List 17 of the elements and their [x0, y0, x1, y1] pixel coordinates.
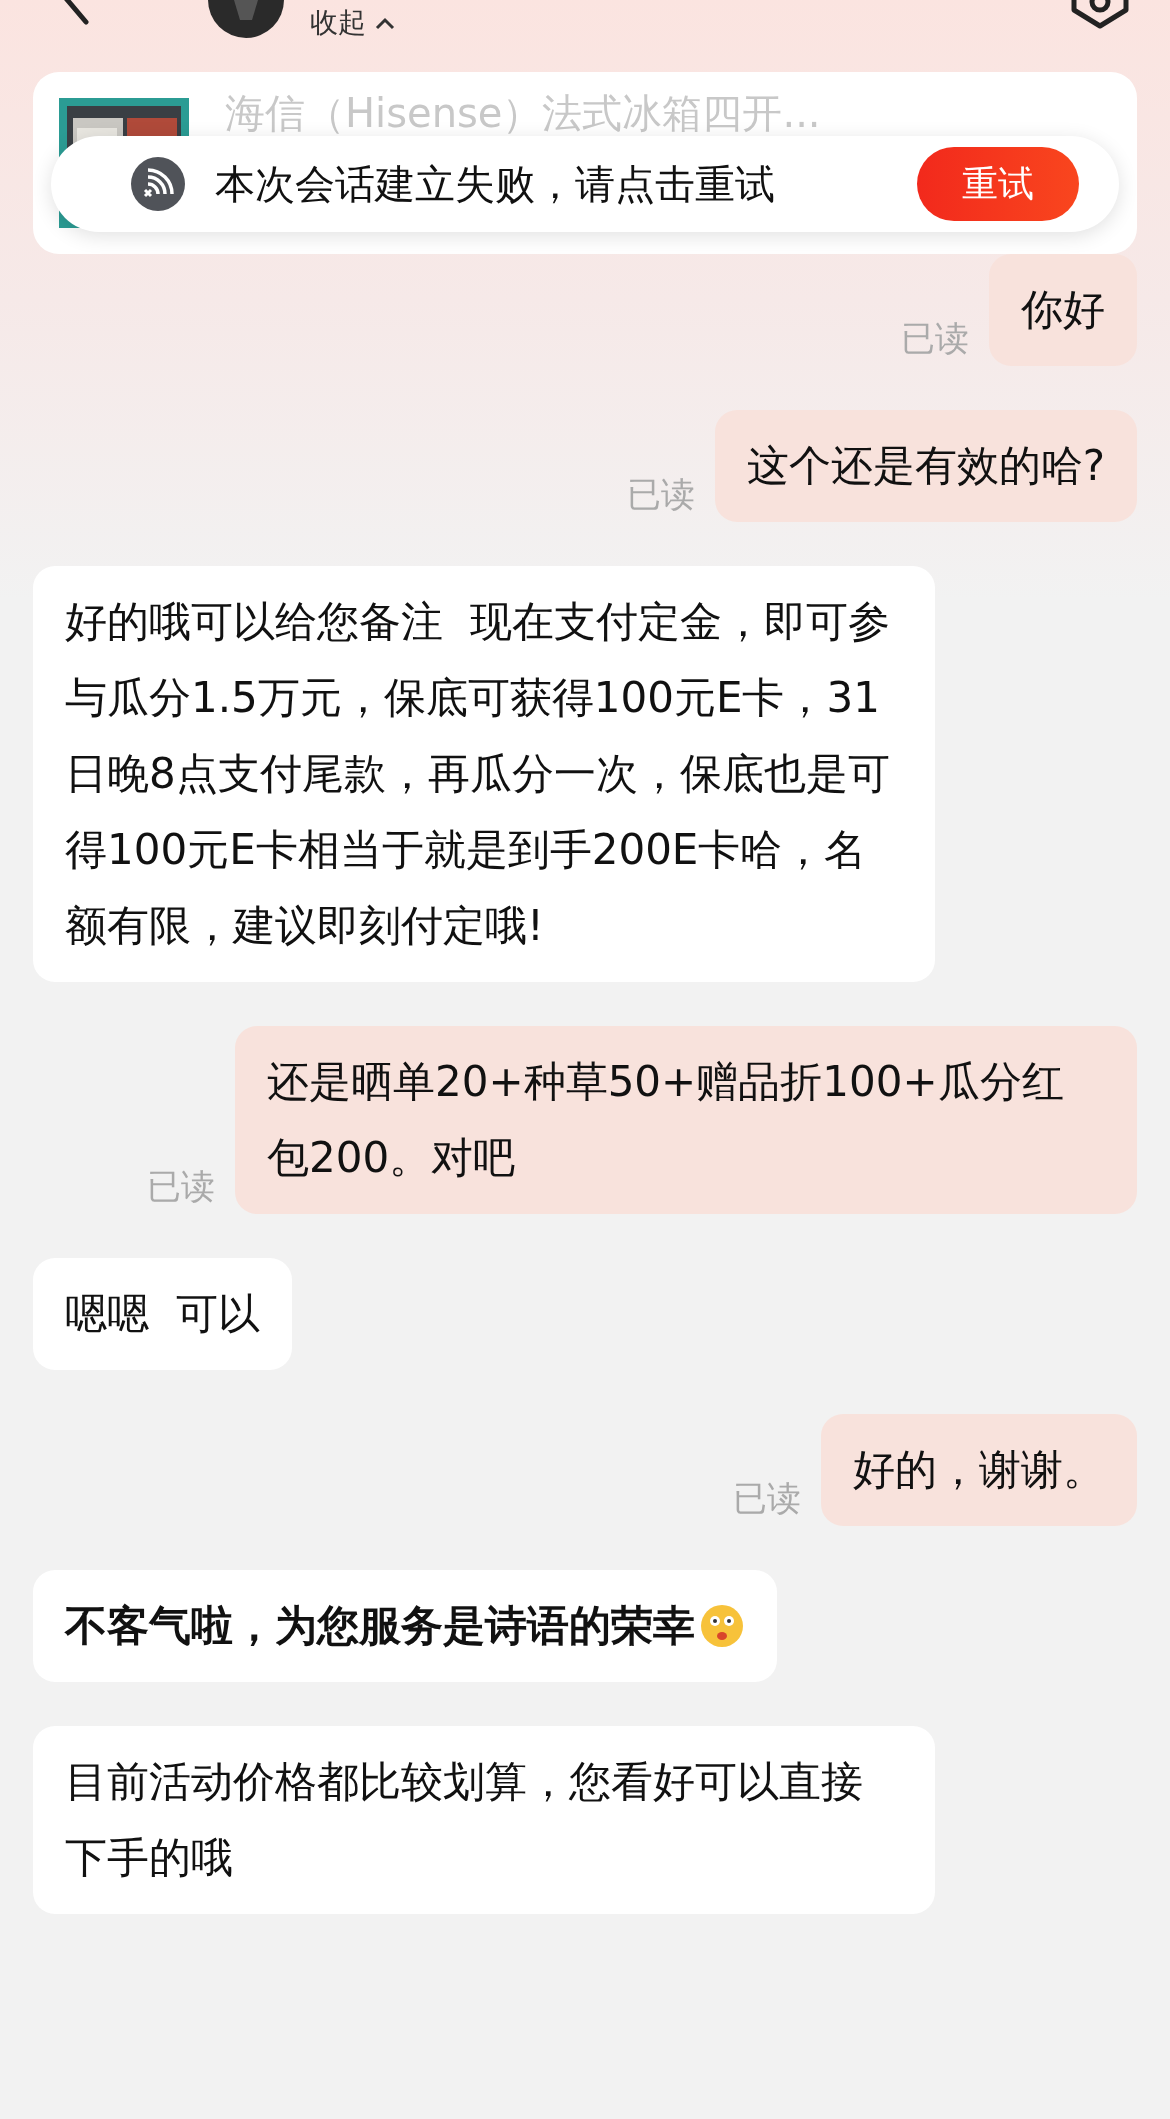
message-text: 好的哦可以给您备注 现在支付定金，即可参与瓜分1.5万元，保底可获得100元E卡，31日晚8点支付尾款，再瓜分一次，保底也是可得100元E卡相当于就是到手200E卡哈，名额有限，建议即刻付定哦! [65, 596, 891, 952]
message-text: 还是晒单20+种草50+赠品折100+瓜分红包200。对吧 [267, 1056, 1065, 1184]
read-receipt: 已读 [901, 317, 969, 360]
message-text: 嗯嗯 可以 [65, 1288, 260, 1340]
caret-icon [374, 16, 396, 30]
retry-button[interactable]: 重试 [917, 147, 1079, 221]
message-text: 好的，谢谢。 [853, 1444, 1105, 1496]
read-receipt: 已读 [147, 1165, 215, 1208]
error-message: 本次会话建立失败，请点击重试 [215, 159, 776, 209]
message-text: 不客气啦，为您服务是诗语的荣幸 [65, 1600, 695, 1652]
no-signal-icon [131, 157, 185, 211]
collapse-button[interactable]: 收起 [310, 4, 396, 42]
message-text: 这个还是有效的哈? [746, 440, 1105, 492]
read-receipt: 已读 [733, 1477, 801, 1520]
read-receipt: 已读 [626, 473, 695, 516]
message-text: 目前活动价格都比较划算，您看好可以直接下手的哦 [65, 1756, 864, 1884]
message-text: 你好 [1021, 284, 1105, 336]
